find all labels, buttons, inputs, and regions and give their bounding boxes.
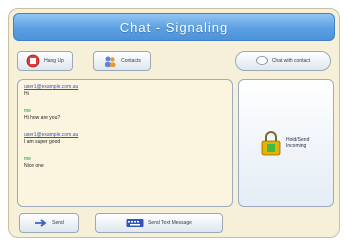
chat-bubble-icon	[255, 56, 268, 66]
app-window: Chat - Signaling Hang Up Contacts Chat w…	[8, 8, 340, 238]
chat-message: me Nice one	[24, 156, 226, 170]
hold-panel[interactable]: Hold/Send Incoming	[238, 79, 334, 207]
message-text: Hi how are you?	[24, 115, 61, 121]
chat-message: me Hi how are you?	[24, 108, 226, 122]
hold-send-control[interactable]: Hold/Send Incoming	[260, 130, 312, 156]
hang-up-button[interactable]: Hang Up	[17, 51, 73, 71]
send-arrow-icon	[34, 218, 48, 228]
message-sender: me	[24, 156, 31, 162]
chat-transcript[interactable]: user1@example.com.au Hi me Hi how are yo…	[17, 79, 233, 207]
message-text: Hi	[24, 91, 29, 97]
chat-with-contact-button[interactable]: Chat with contact	[235, 51, 331, 71]
chat-with-contact-label: Chat with contact	[271, 58, 311, 64]
message-sender: user1@example.com.au	[24, 84, 79, 90]
contacts-button[interactable]: Contacts	[93, 51, 151, 71]
window-title: Chat - Signaling	[119, 19, 229, 35]
keyboard-icon	[126, 218, 144, 228]
padlock-icon	[260, 130, 282, 156]
stop-icon	[26, 54, 40, 68]
message-sender: user1@example.com.au	[24, 132, 79, 138]
title-bar: Chat - Signaling	[13, 13, 335, 41]
send-label: Send	[52, 220, 64, 226]
send-text-message-button[interactable]: Send Text Message	[95, 213, 223, 233]
send-text-message-label: Send Text Message	[148, 220, 192, 226]
send-button[interactable]: Send	[19, 213, 79, 233]
chat-message: user1@example.com.au Hi	[24, 84, 226, 98]
message-sender: me	[24, 108, 31, 114]
contacts-label: Contacts	[121, 58, 141, 64]
message-text: I am super good	[24, 139, 61, 145]
people-icon	[103, 54, 117, 68]
hold-send-label: Hold/Send Incoming	[286, 137, 310, 149]
hang-up-label: Hang Up	[44, 58, 64, 64]
chat-message: user1@example.com.au I am super good	[24, 132, 226, 146]
message-text: Nice one	[24, 163, 44, 169]
